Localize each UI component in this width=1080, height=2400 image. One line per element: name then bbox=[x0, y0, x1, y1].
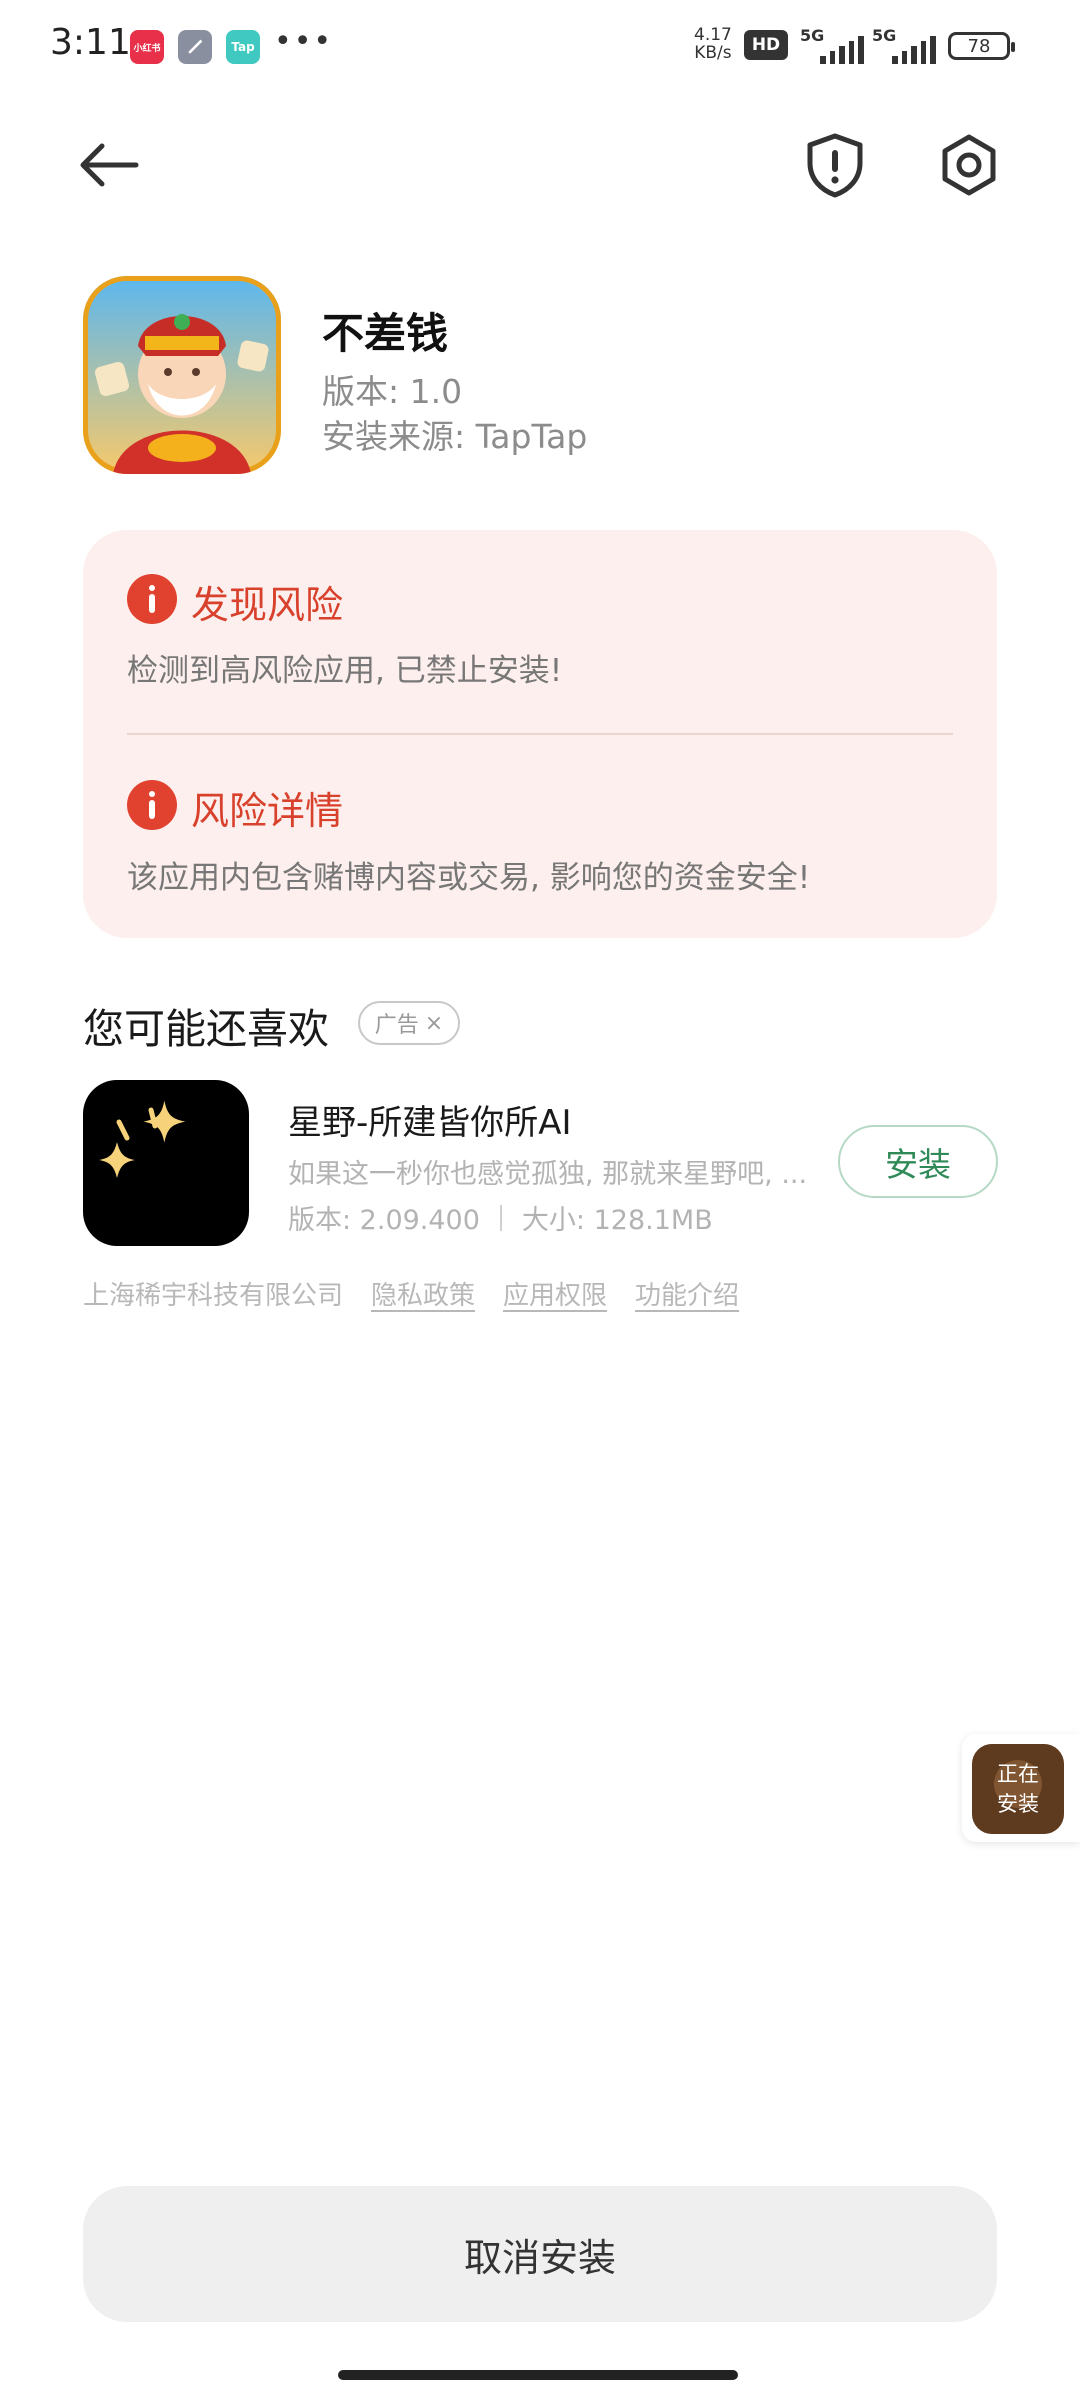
signal-strength-icon: 5G bbox=[872, 26, 938, 66]
cancel-install-button[interactable]: 取消安装 bbox=[83, 2186, 997, 2322]
developer-links: 上海稀宇科技有限公司 隐私政策 应用权限 功能介绍 bbox=[83, 1275, 739, 1312]
hd-voice-badge: HD bbox=[744, 30, 788, 60]
signal-strength-icon: 5G bbox=[800, 26, 866, 66]
recommended-app-meta: 版本: 2.09.400 大小: 128.1MB bbox=[288, 1198, 713, 1237]
recommended-app-icon[interactable] bbox=[83, 1080, 249, 1246]
tool-notification-icon bbox=[178, 30, 212, 64]
taptap-notification-icon: Tap bbox=[226, 30, 260, 64]
info-alert-icon bbox=[127, 780, 177, 830]
installing-floating-bubble[interactable]: 正在 安装 bbox=[962, 1734, 1080, 1842]
developer-name: 上海稀宇科技有限公司 bbox=[83, 1281, 344, 1311]
risk-found-text: 检测到高风险应用, 已禁止安装! bbox=[127, 653, 563, 689]
network-speed: 4.17 KB/s bbox=[694, 26, 732, 62]
installing-status-line1: 正在 bbox=[997, 1762, 1039, 1786]
back-arrow-icon bbox=[80, 143, 139, 187]
meta-separator bbox=[499, 1204, 502, 1231]
recommended-app-size: 大小: 128.1MB bbox=[521, 1205, 713, 1236]
status-bar: 3:11 小红书 Tap ••• 4.17 KB/s HD 5G 5G 78 bbox=[0, 0, 1080, 96]
risk-detail-text: 该应用内包含赌博内容或交易, 影响您的资金安全! bbox=[127, 860, 811, 896]
risk-warning-card: 发现风险 检测到高风险应用, 已禁止安装! 风险详情 该应用内包含赌博内容或交易… bbox=[83, 530, 997, 938]
installing-status: 正在 安装 bbox=[972, 1744, 1064, 1834]
recommend-section-title: 您可能还喜欢 bbox=[83, 1005, 329, 1053]
ad-label: 广告 bbox=[374, 1013, 419, 1038]
ad-badge[interactable]: 广告 × bbox=[358, 1001, 460, 1045]
shield-alert-icon bbox=[807, 133, 863, 198]
app-version: 版本: 1.0 bbox=[322, 372, 463, 411]
home-indicator[interactable] bbox=[338, 2370, 738, 2380]
feature-intro-link[interactable]: 功能介绍 bbox=[635, 1275, 739, 1312]
settings-button[interactable] bbox=[934, 130, 1004, 200]
installing-status-line2: 安装 bbox=[997, 1792, 1039, 1816]
ad-close-icon[interactable]: × bbox=[425, 1011, 443, 1036]
install-source: 安装来源: TapTap bbox=[322, 417, 588, 456]
installing-app-icon: 正在 安装 bbox=[972, 1744, 1064, 1834]
privacy-policy-link[interactable]: 隐私政策 bbox=[371, 1275, 475, 1312]
recommended-app-description: 如果这一秒你也感觉孤独, 那就来星野吧, ... bbox=[288, 1159, 808, 1190]
network-speed-value: 4.17 bbox=[694, 25, 732, 45]
info-alert-icon bbox=[127, 574, 177, 624]
app-permissions-link[interactable]: 应用权限 bbox=[503, 1275, 607, 1312]
network-speed-unit: KB/s bbox=[694, 43, 732, 63]
recommended-app-version: 版本: 2.09.400 bbox=[288, 1205, 480, 1236]
security-button[interactable] bbox=[800, 130, 870, 200]
status-time: 3:11 bbox=[50, 22, 131, 63]
recommended-app-name[interactable]: 星野-所建皆你所AI bbox=[288, 1095, 572, 1144]
back-button[interactable] bbox=[74, 130, 144, 200]
app-icon bbox=[83, 276, 281, 474]
more-notifications-icon: ••• bbox=[274, 24, 334, 59]
app-name: 不差钱 bbox=[322, 309, 449, 358]
install-button[interactable]: 安装 bbox=[838, 1125, 998, 1198]
risk-detail-title: 风险详情 bbox=[191, 789, 344, 833]
settings-hex-icon bbox=[942, 134, 996, 196]
risk-found-title: 发现风险 bbox=[191, 583, 344, 627]
risk-divider bbox=[127, 733, 953, 735]
battery-icon: 78 bbox=[948, 32, 1015, 60]
xiaohongshu-notification-icon: 小红书 bbox=[130, 30, 164, 64]
